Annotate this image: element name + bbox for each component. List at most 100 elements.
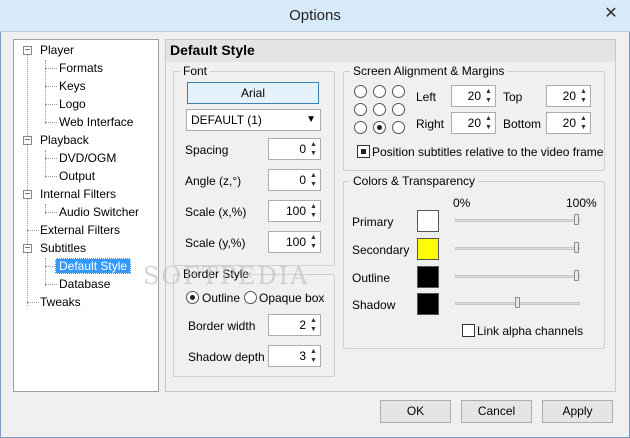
shadow-color-swatch[interactable] — [417, 293, 439, 315]
tree-item-formats[interactable]: Formats — [59, 60, 103, 76]
tree-line — [45, 68, 57, 69]
options-tree[interactable]: − Player Formats Keys Logo Web Interface… — [13, 39, 159, 392]
secondary-transparency-slider[interactable] — [455, 247, 580, 250]
chevron-down-icon: ▼ — [306, 114, 316, 125]
tree-item-logo[interactable]: Logo — [59, 96, 86, 112]
tree-item-playback[interactable]: Playback — [40, 132, 89, 148]
spin-arrows-icon[interactable]: ▲ ▼ — [308, 316, 319, 334]
align-top-left-radio[interactable] — [354, 85, 367, 98]
page-title: Default Style — [166, 40, 615, 62]
border-width-value: 2 — [299, 318, 306, 332]
shadow-depth-value: 3 — [299, 349, 306, 363]
font-button[interactable]: Arial — [187, 82, 319, 104]
opaque-box-radio[interactable] — [244, 291, 257, 304]
outline-transparency-thumb[interactable] — [574, 270, 579, 281]
spin-arrows-icon[interactable]: ▲ ▼ — [308, 140, 319, 158]
spacing-label: Spacing — [185, 143, 229, 157]
margin-right-stepper[interactable]: 20 ▲ ▼ — [451, 112, 496, 134]
scalex-stepper[interactable]: 100 ▲ ▼ — [268, 200, 321, 222]
link-alpha-label[interactable]: Link alpha channels — [477, 324, 583, 338]
border-width-label: Border width — [188, 319, 256, 333]
spin-arrows-icon[interactable]: ▲ ▼ — [483, 114, 494, 132]
collapse-icon[interactable]: − — [23, 244, 32, 254]
angle-value: 0 — [299, 173, 306, 187]
collapse-icon[interactable]: − — [23, 190, 32, 200]
margin-right-label: Right — [416, 117, 445, 131]
border-width-stepper[interactable]: 2 ▲ ▼ — [268, 314, 321, 336]
opaque-box-label[interactable]: Opaque box — [259, 291, 324, 305]
spin-arrows-icon[interactable]: ▲ ▼ — [308, 233, 319, 251]
tree-item-database[interactable]: Database — [59, 276, 110, 292]
margin-left-value: 20 — [467, 89, 481, 103]
outline-radio-label[interactable]: Outline — [202, 291, 240, 305]
secondary-color-swatch[interactable] — [417, 238, 439, 260]
align-bottom-left-radio[interactable] — [354, 121, 367, 134]
spin-arrows-icon[interactable]: ▲ ▼ — [483, 87, 494, 105]
tree-item-subtitles[interactable]: Subtitles — [40, 240, 86, 256]
primary-color-swatch[interactable] — [417, 210, 439, 232]
spin-arrows-icon[interactable]: ▲ ▼ — [578, 114, 589, 132]
align-top-center-radio[interactable] — [373, 85, 386, 98]
spin-arrows-icon[interactable]: ▲ ▼ — [308, 202, 319, 220]
align-middle-right-radio[interactable] — [392, 103, 405, 116]
watermark: SOFTPEDIA — [143, 262, 310, 290]
outline-color-swatch[interactable] — [417, 266, 439, 288]
align-bottom-center-radio[interactable] — [373, 121, 386, 134]
tree-item-internal-filters[interactable]: Internal Filters — [40, 186, 116, 202]
align-bottom-right-radio[interactable] — [392, 121, 405, 134]
margin-bottom-stepper[interactable]: 20 ▲ ▼ — [546, 112, 591, 134]
transparency-max-label: 100% — [566, 196, 597, 210]
margin-left-label: Left — [416, 90, 437, 104]
margin-left-stepper[interactable]: 20 ▲ ▼ — [451, 85, 496, 107]
secondary-transparency-thumb[interactable] — [574, 242, 579, 253]
scaley-stepper[interactable]: 100 ▲ ▼ — [268, 231, 321, 253]
tree-item-output[interactable]: Output — [59, 168, 95, 184]
scaley-label: Scale (y,%) — [185, 236, 246, 250]
tree-line — [45, 104, 57, 105]
margin-bottom-label: Bottom — [503, 117, 542, 131]
spin-arrows-icon[interactable]: ▲ ▼ — [308, 171, 319, 189]
primary-transparency-slider[interactable] — [455, 219, 580, 222]
tree-item-tweaks[interactable]: Tweaks — [40, 294, 81, 310]
spin-arrows-icon[interactable]: ▲ ▼ — [308, 347, 319, 365]
tree-item-web-interface[interactable]: Web Interface — [59, 114, 133, 130]
tree-item-external-filters[interactable]: External Filters — [40, 222, 120, 238]
transparency-min-label: 0% — [453, 196, 471, 210]
cancel-button[interactable]: Cancel — [461, 400, 532, 423]
tree-item-keys[interactable]: Keys — [59, 78, 86, 94]
tree-line — [45, 150, 46, 178]
angle-stepper[interactable]: 0 ▲ ▼ — [268, 169, 321, 191]
apply-button[interactable]: Apply — [542, 400, 613, 423]
tree-item-player[interactable]: Player — [40, 42, 74, 58]
scaley-value: 100 — [285, 235, 306, 249]
tree-item-default-style[interactable]: Default Style — [55, 258, 132, 274]
shadow-transparency-thumb[interactable] — [514, 297, 520, 308]
shadow-color-label: Shadow — [352, 298, 396, 312]
primary-transparency-thumb[interactable] — [574, 214, 579, 225]
margin-top-stepper[interactable]: 20 ▲ ▼ — [546, 85, 591, 107]
link-alpha-checkbox[interactable] — [462, 324, 475, 337]
tree-item-audio-switcher[interactable]: Audio Switcher — [59, 204, 139, 220]
margin-bottom-value: 20 — [562, 116, 576, 130]
align-top-right-radio[interactable] — [392, 85, 405, 98]
outline-radio[interactable] — [186, 291, 199, 304]
collapse-icon[interactable]: − — [23, 136, 32, 146]
tree-item-default-style-container[interactable]: Default Style — [55, 258, 132, 274]
relative-position-checkbox[interactable] — [357, 145, 370, 158]
alignment-legend: Screen Alignment & Margins — [353, 64, 505, 78]
colors-legend: Colors & Transparency — [353, 174, 476, 188]
align-middle-center-radio[interactable] — [373, 103, 386, 116]
spin-arrows-icon[interactable]: ▲ ▼ — [578, 87, 589, 105]
close-icon[interactable]: ✕ — [600, 4, 622, 24]
charset-select[interactable]: DEFAULT (1) ▼ — [186, 109, 321, 131]
align-middle-left-radio[interactable] — [354, 103, 367, 116]
relative-position-label[interactable]: Position subtitles relative to the video… — [372, 145, 603, 159]
shadow-depth-stepper[interactable]: 3 ▲ ▼ — [268, 345, 321, 367]
tree-item-dvd-ogm[interactable]: DVD/OGM — [59, 150, 116, 166]
ok-button[interactable]: OK — [380, 400, 451, 423]
collapse-icon[interactable]: − — [23, 46, 32, 56]
font-group-legend: Font — [183, 64, 208, 78]
spacing-stepper[interactable]: 0 ▲ ▼ — [268, 138, 321, 160]
tree-line — [45, 86, 57, 87]
outline-transparency-slider[interactable] — [455, 275, 580, 278]
